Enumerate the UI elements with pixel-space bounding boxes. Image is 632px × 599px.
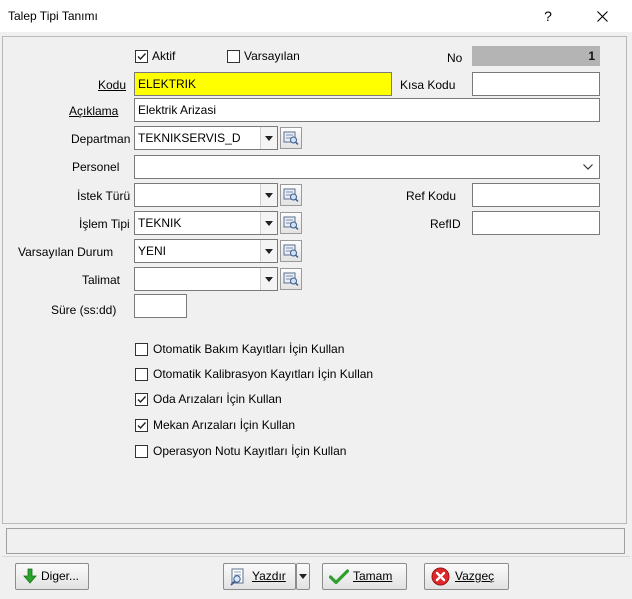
no-field: 1: [472, 46, 600, 66]
talimat-lookup-button[interactable]: [280, 268, 302, 290]
kodu-label-text: Kodu: [98, 78, 127, 92]
print-preview-icon: [230, 568, 244, 586]
lookup-icon: [283, 188, 299, 203]
yazdir-button-label: Yazdır: [252, 569, 286, 583]
option-label-kalibrasyon: Otomatik Kalibrasyon Kayıtları İçin Kull…: [153, 367, 374, 381]
istek-turu-lookup-button[interactable]: [280, 184, 302, 206]
refid-label: RefID: [430, 217, 461, 231]
vazgec-button[interactable]: Vazgeç: [424, 563, 509, 590]
sure-label: Süre (ss:dd): [51, 303, 117, 317]
ref-kodu-field[interactable]: [472, 183, 600, 207]
chevron-down-icon: [299, 574, 307, 579]
aciklama-field[interactable]: Elektrik Arizasi: [134, 98, 600, 122]
diger-button-label: Diger...: [41, 569, 80, 583]
ref-kodu-label: Ref Kodu: [406, 189, 457, 203]
aktif-checkbox[interactable]: [135, 50, 148, 63]
option-checkbox-mekan[interactable]: [135, 419, 148, 432]
close-button[interactable]: [579, 0, 625, 32]
window-title: Talep Tipi Tanımı: [8, 9, 98, 23]
lookup-icon: [283, 244, 299, 259]
diger-button[interactable]: Diger...: [15, 563, 89, 590]
chevron-down-icon[interactable]: [260, 184, 277, 206]
kisa-kodu-label: Kısa Kodu: [400, 78, 456, 92]
vazgec-button-label: Vazgeç: [455, 569, 495, 583]
lookup-icon: [283, 131, 299, 146]
green-down-arrow-icon: [23, 568, 37, 584]
varsayilan-durum-label: Varsayılan Durum: [18, 245, 114, 259]
title-bar: Talep Tipi Tanımı ?: [0, 0, 632, 32]
aciklama-label: Açıklama: [69, 104, 118, 118]
personel-dropdown[interactable]: [134, 155, 600, 179]
departman-lookup-button[interactable]: [280, 127, 302, 149]
option-label-oda: Oda Arızaları İçin Kullan: [153, 392, 282, 406]
yazdir-dropdown-button[interactable]: [296, 563, 310, 590]
chevron-down-icon: [583, 164, 593, 170]
tamam-button-label: Tamam: [353, 569, 393, 583]
aciklama-label-text: Açıklama: [69, 104, 119, 118]
talimat-label: Talimat: [82, 273, 121, 287]
refid-field[interactable]: [472, 211, 600, 235]
islem-tipi-value: TEKNIK: [138, 216, 182, 230]
islem-tipi-label: İşlem Tipi: [79, 217, 130, 231]
istek-turu-dropdown[interactable]: [134, 183, 278, 207]
checkmark-icon: [137, 422, 147, 430]
islem-tipi-dropdown[interactable]: TEKNIK: [134, 211, 278, 235]
checkmark-icon: [137, 53, 147, 61]
sure-field[interactable]: [134, 294, 187, 318]
chevron-down-icon[interactable]: [260, 127, 277, 149]
personel-label: Personel: [72, 160, 120, 174]
varsayilan-durum-lookup-button[interactable]: [280, 240, 302, 262]
option-checkbox-oda[interactable]: [135, 393, 148, 406]
aktif-label: Aktif: [152, 49, 176, 63]
option-checkbox-kalibrasyon[interactable]: [135, 368, 148, 381]
option-label-operasyon: Operasyon Notu Kayıtları İçin Kullan: [153, 444, 347, 458]
option-checkbox-bakim[interactable]: [135, 343, 148, 356]
chevron-down-icon[interactable]: [260, 268, 277, 290]
kodu-field[interactable]: ELEKTRIK: [134, 72, 392, 96]
kisa-kodu-field[interactable]: [472, 72, 600, 96]
chevron-down-icon[interactable]: [260, 240, 277, 262]
departman-value: TEKNIKSERVIS_D: [138, 131, 241, 145]
help-button[interactable]: ?: [525, 0, 571, 32]
green-check-icon: [329, 569, 349, 585]
option-checkbox-operasyon[interactable]: [135, 445, 148, 458]
status-bar: [6, 528, 625, 554]
varsayilan-label: Varsayılan: [244, 49, 300, 63]
varsayilan-durum-value: YENI: [138, 244, 167, 258]
yazdir-button[interactable]: Yazdır: [223, 563, 296, 590]
talimat-dropdown[interactable]: [134, 267, 278, 291]
no-label: No: [447, 51, 463, 65]
option-label-bakim: Otomatik Bakım Kayıtları İçin Kullan: [153, 342, 345, 356]
close-icon: [596, 11, 608, 22]
kodu-label: Kodu: [98, 78, 126, 92]
chevron-down-icon[interactable]: [260, 212, 277, 234]
islem-tipi-lookup-button[interactable]: [280, 212, 302, 234]
varsayilan-durum-dropdown[interactable]: YENI: [134, 239, 278, 263]
tamam-button[interactable]: Tamam: [322, 563, 407, 590]
varsayilan-checkbox[interactable]: [227, 50, 240, 63]
lookup-icon: [283, 216, 299, 231]
checkmark-icon: [137, 396, 147, 404]
button-bar: [2, 556, 630, 597]
red-x-icon: [431, 567, 450, 586]
istek-turu-label: İstek Türü: [77, 189, 131, 203]
departman-label: Departman: [71, 132, 131, 146]
option-label-mekan: Mekan Arızaları İçin Kullan: [153, 418, 296, 432]
departman-dropdown[interactable]: TEKNIKSERVIS_D: [134, 126, 278, 150]
lookup-icon: [283, 272, 299, 287]
